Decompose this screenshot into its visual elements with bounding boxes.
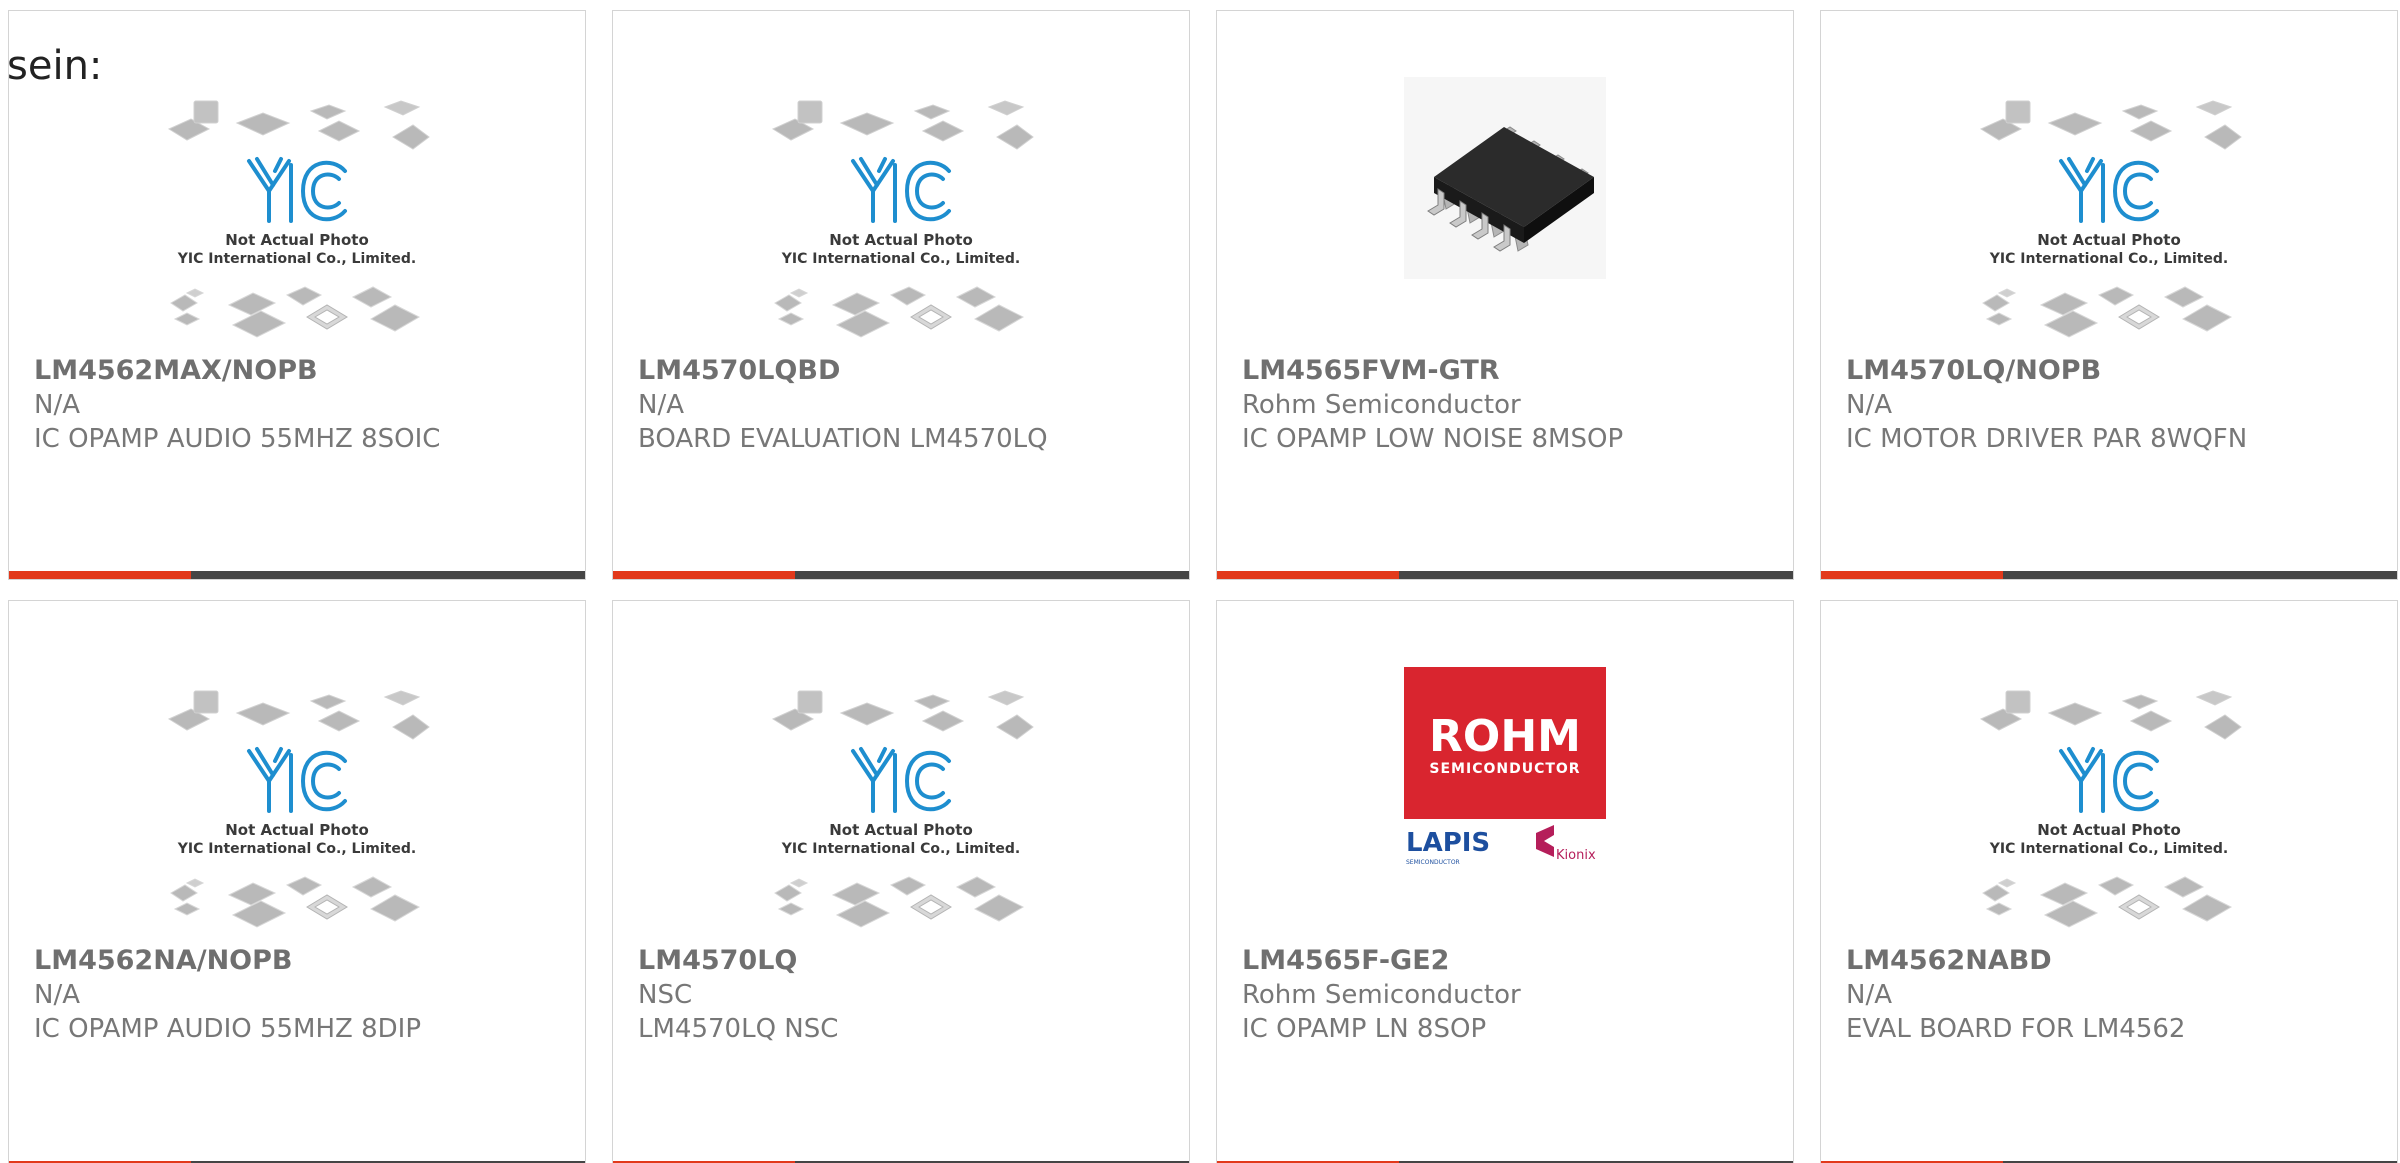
description: BOARD EVALUATION LM4570LQ: [638, 424, 1048, 454]
placeholder-icon[interactable]: Not Actual Photo YIC International Co., …: [157, 93, 437, 347]
part-number-link[interactable]: LM4562NABD: [1846, 944, 2387, 978]
logo-text-brand: ROHM: [1429, 711, 1581, 762]
footer-bar-rest: [1399, 571, 1793, 579]
footer-bar-rest: [191, 571, 585, 579]
product-grid-page: sein: Not Actual Photo YIC International…: [0, 0, 2400, 1163]
manufacturer: NSC: [638, 980, 693, 1010]
page-heading: sein:: [7, 43, 103, 89]
placeholder-line1: Not Actual Photo: [2037, 231, 2181, 249]
footer-bar-accent: [613, 571, 795, 579]
product-info: LM4565FVM-GTR Rohm Semiconductor IC OPAMP …: [1242, 354, 1783, 456]
chip-icon[interactable]: [1404, 77, 1606, 279]
placeholder-line1: Not Actual Photo: [225, 821, 369, 839]
footer-bar-rest: [2003, 571, 2397, 579]
placeholder-line2: YIC International Co., Limited.: [177, 841, 416, 857]
product-card[interactable]: Not Actual Photo YIC International Co., …: [612, 10, 1190, 580]
product-info: LM4570LQBD N/A BOARD EVALUATION LM4570LQ: [638, 354, 1179, 456]
description: EVAL BOARD FOR LM4562: [1846, 1014, 2186, 1044]
footer-bar-rest: [795, 571, 1189, 579]
card-footer-bar: [9, 571, 585, 579]
card-footer-bar: [613, 571, 1189, 579]
manufacturer: N/A: [34, 390, 80, 420]
footer-bar-accent: [1821, 571, 2003, 579]
placeholder-line1: Not Actual Photo: [2037, 821, 2181, 839]
product-grid: Not Actual Photo YIC International Co., …: [8, 10, 2398, 1163]
description: IC MOTOR DRIVER PAR 8WQFN: [1846, 424, 2248, 454]
product-card[interactable]: Not Actual Photo YIC International Co., …: [1820, 10, 2398, 580]
placeholder-icon[interactable]: Not Actual Photo YIC International Co., …: [761, 93, 1041, 347]
placeholder-line1: Not Actual Photo: [829, 821, 973, 839]
logo-text-lapis: LAPIS: [1406, 828, 1490, 858]
footer-bar-accent: [9, 571, 191, 579]
manufacturer: Rohm Semiconductor: [1242, 390, 1521, 420]
placeholder-line2: YIC International Co., Limited.: [781, 841, 1020, 857]
product-card[interactable]: Not Actual Photo YIC International Co., …: [612, 600, 1190, 1163]
placeholder-line2: YIC International Co., Limited.: [1989, 841, 2228, 857]
card-footer-bar: [1821, 571, 2397, 579]
placeholder-line1: Not Actual Photo: [225, 231, 369, 249]
product-info: LM4565F-GE2 Rohm Semiconductor IC OPAMP LN…: [1242, 944, 1783, 1046]
product-info: LM4562NABD N/A EVAL BOARD FOR LM4562: [1846, 944, 2387, 1046]
manufacturer: N/A: [1846, 980, 1892, 1010]
placeholder-icon[interactable]: Not Actual Photo YIC International Co., …: [1969, 93, 2249, 347]
manufacturer: N/A: [1846, 390, 1892, 420]
part-number-link[interactable]: LM4565F-GE2: [1242, 944, 1783, 978]
manufacturer: N/A: [638, 390, 684, 420]
footer-bar-accent: [1217, 571, 1399, 579]
description: IC OPAMP AUDIO 55MHZ 8DIP: [34, 1014, 422, 1044]
product-info: LM4562MAX/NOPB N/A IC OPAMP AUDIO 55MHZ 8S…: [34, 354, 575, 456]
description: IC OPAMP LOW NOISE 8MSOP: [1242, 424, 1624, 454]
description: LM4570LQ NSC: [638, 1014, 839, 1044]
product-info: LM4570LQ/NOPB N/A IC MOTOR DRIVER PAR 8WQF…: [1846, 354, 2387, 456]
manufacturer: Rohm Semiconductor: [1242, 980, 1521, 1010]
product-card[interactable]: LM4565FVM-GTR Rohm Semiconductor IC OPAMP …: [1216, 10, 1794, 580]
placeholder-line2: YIC International Co., Limited.: [781, 251, 1020, 267]
product-card[interactable]: Not Actual Photo YIC International Co., …: [8, 600, 586, 1163]
part-number-link[interactable]: LM4570LQ: [638, 944, 1179, 978]
card-footer-bar: [1217, 571, 1793, 579]
placeholder-icon[interactable]: Not Actual Photo YIC International Co., …: [761, 683, 1041, 937]
product-info: LM4570LQ NSC LM4570LQ NSC: [638, 944, 1179, 1046]
logo-text-lapis-sub: SEMICONDUCTOR: [1406, 859, 1460, 866]
logo-text-sub: SEMICONDUCTOR: [1429, 761, 1580, 777]
product-info: LM4562NA/NOPB N/A IC OPAMP AUDIO 55MHZ 8DI…: [34, 944, 575, 1046]
part-number-link[interactable]: LM4565FVM-GTR: [1242, 354, 1783, 388]
placeholder-icon[interactable]: Not Actual Photo YIC International Co., …: [1969, 683, 2249, 937]
manufacturer: N/A: [34, 980, 80, 1010]
part-number-link[interactable]: LM4570LQ/NOPB: [1846, 354, 2387, 388]
part-number-link[interactable]: LM4562NA/NOPB: [34, 944, 575, 978]
product-card[interactable]: Not Actual Photo YIC International Co., …: [8, 10, 586, 580]
placeholder-line2: YIC International Co., Limited.: [1989, 251, 2228, 267]
placeholder-line2: YIC International Co., Limited.: [177, 251, 416, 267]
placeholder-icon[interactable]: Not Actual Photo YIC International Co., …: [157, 683, 437, 937]
part-number-link[interactable]: LM4562MAX/NOPB: [34, 354, 575, 388]
description: IC OPAMP AUDIO 55MHZ 8SOIC: [34, 424, 441, 454]
product-card[interactable]: ROHM SEMICONDUCTOR LAPIS SEMICONDUCTOR K…: [1216, 600, 1794, 1163]
description: IC OPAMP LN 8SOP: [1242, 1014, 1487, 1044]
part-number-link[interactable]: LM4570LQBD: [638, 354, 1179, 388]
placeholder-line1: Not Actual Photo: [829, 231, 973, 249]
rohm-logo[interactable]: ROHM SEMICONDUCTOR LAPIS SEMICONDUCTOR K…: [1404, 667, 1606, 869]
logo-text-kionix: Kionix: [1556, 848, 1596, 863]
product-card[interactable]: Not Actual Photo YIC International Co., …: [1820, 600, 2398, 1163]
